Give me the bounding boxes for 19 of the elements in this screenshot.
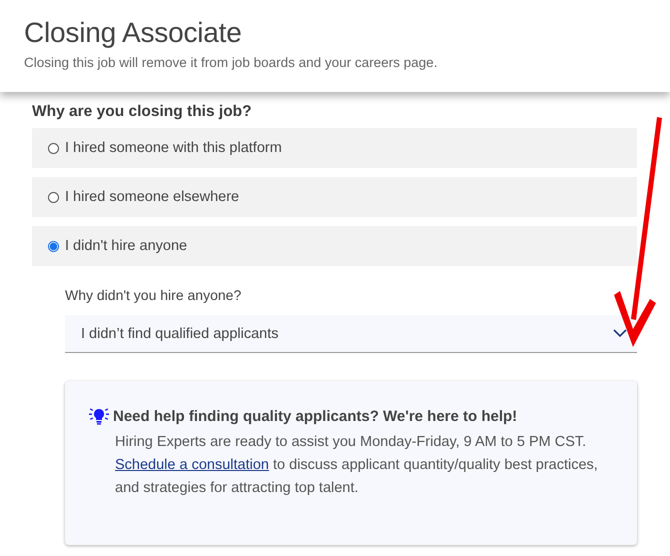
option-label: I hired someone with this platform <box>65 140 282 156</box>
field-label: Why didn't you hire anyone? <box>65 287 242 303</box>
help-title: Need help finding quality applicants? We're here to help! <box>113 408 518 424</box>
select-dropdown[interactable]: I didn’t find qualified applicants <box>65 315 637 353</box>
option-label: I didn't hire anyone <box>65 238 188 254</box>
page-subtitle: Closing this job will remove it from job boards and your careers page. <box>24 55 438 70</box>
chevron-down-icon <box>613 329 627 338</box>
question-label: Why are you closing this job? <box>32 103 253 121</box>
help-text: Hiring Experts are ready to assist you Monday-Friday, 9 AM to 5 PM CST. Schedule a consultation to discuss applicant quantity/quality best practices, and strategies for attracting top talent. <box>115 433 599 498</box>
page-title: Closing Associate <box>24 17 243 49</box>
radio-option[interactable]: I didn't hire anyone <box>32 226 637 266</box>
option-label: I hired someone elsewhere <box>65 189 240 205</box>
consultation-link[interactable]: Schedule a consultation <box>115 457 269 473</box>
radio-button[interactable] <box>48 240 59 252</box>
lightbulb-icon <box>89 407 109 425</box>
radio-option[interactable]: I hired someone with this platform <box>32 128 637 168</box>
radio-button[interactable] <box>48 142 59 154</box>
radio-button[interactable] <box>48 192 59 202</box>
radio-option[interactable]: I hired someone elsewhere <box>32 177 637 217</box>
